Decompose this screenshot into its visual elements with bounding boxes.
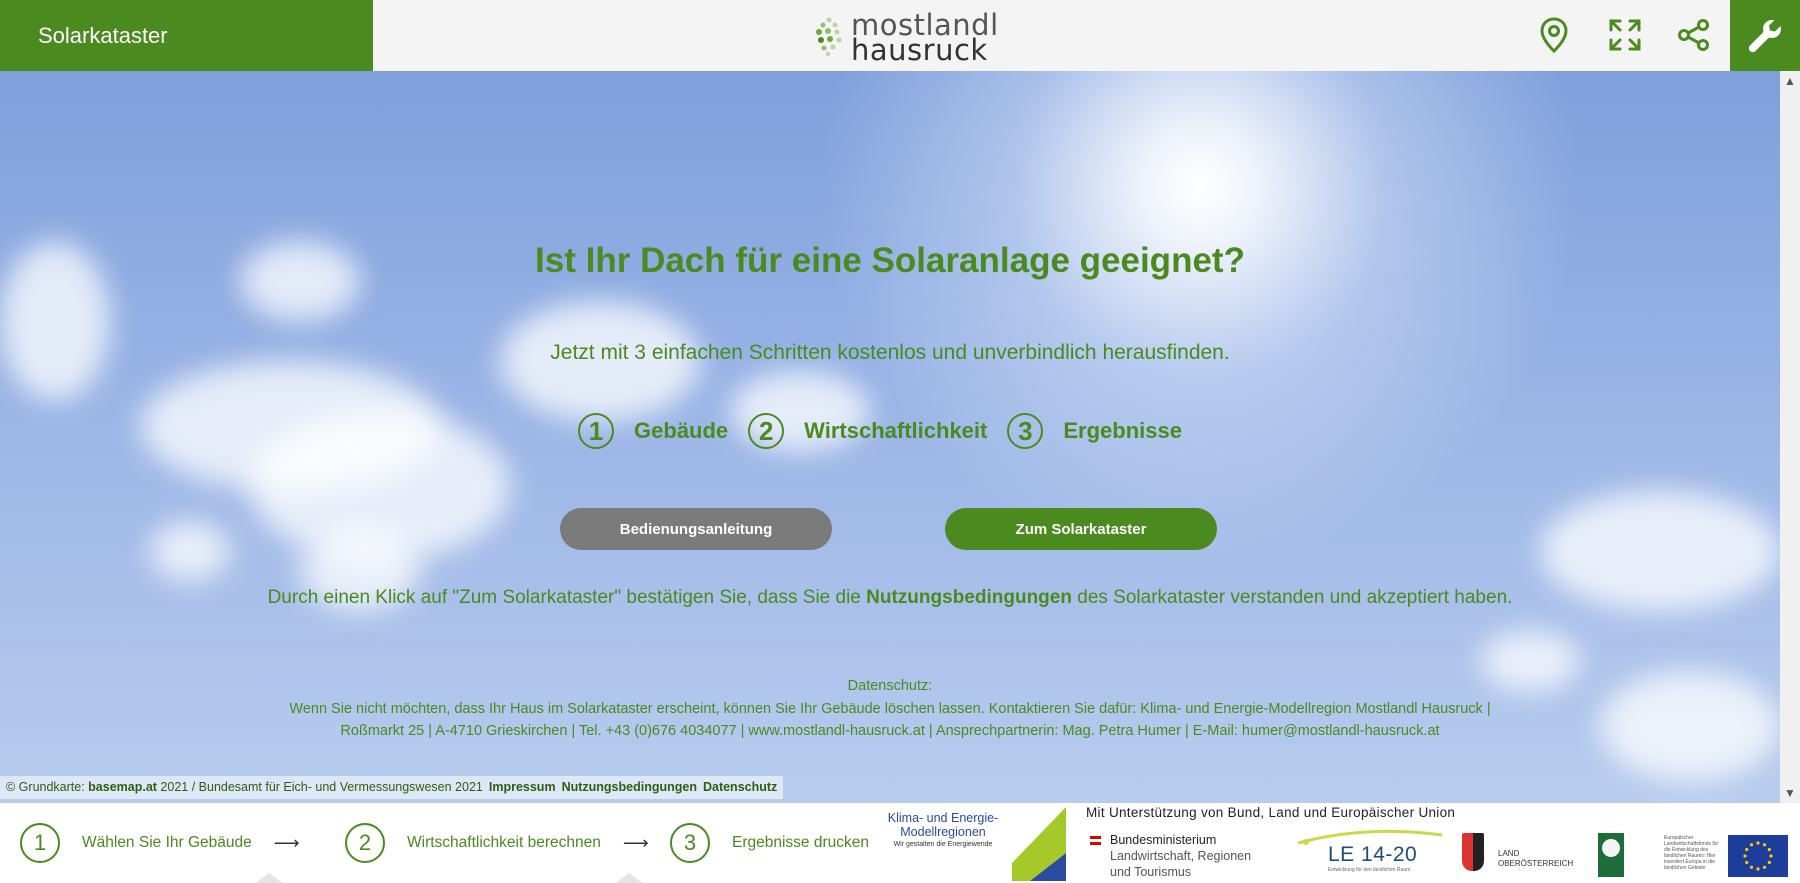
logo-text-line2: hausruck [851,33,988,67]
kem-line2: Modellregionen [900,825,986,839]
step-label-results: Ergebnisse [1063,418,1182,443]
terms-of-use-link[interactable]: Nutzungsbedingungen [562,780,697,794]
step-number-2: 2 [748,413,785,449]
copyright-prefix: © Grundkarte: [6,780,89,794]
eu-flag-icon [1728,835,1788,877]
share-button[interactable] [1675,16,1713,54]
step-label-building: Gebäude [634,418,729,443]
steps-overview: 1 Gebäude 2 Wirtschaftlichkeit 3 Ergebni… [0,413,1780,449]
kem-logo-text: Klima- und Energie- Modellregionen Wir g… [878,811,1008,848]
vertical-scrollbar[interactable]: ▲ ▼ [1780,71,1800,803]
footer-step-3[interactable]: 3 Ergebnisse drucken [670,823,869,863]
scroll-up-arrow-icon[interactable]: ▲ [1780,71,1800,91]
step-number-3: 3 [1007,413,1044,449]
le-14-20-logo: LE 14-20 Entwicklung für den ländlichen … [1296,829,1446,879]
footer-step-number-3: 3 [670,823,710,863]
consent-suffix: des Solarkataster verstanden und akzepti… [1071,587,1513,608]
step-building: 1 Gebäude [578,413,748,449]
hero-title: Ist Ihr Dach für eine Solaranlage geeign… [535,241,1245,280]
le-subtext: Entwicklung für den ländlichen Raum [1328,867,1411,873]
footer-step-label-2: Wirtschaftlichkeit berechnen [407,834,601,851]
start-solarkataster-button[interactable]: Zum Solarkataster [945,508,1217,550]
manual-button[interactable]: Bedienungsanleitung [560,508,832,550]
basemap-link[interactable]: basemap.at [88,780,157,794]
kem-line1: Klima- und Energie- [887,811,999,825]
fullscreen-button[interactable] [1606,16,1644,54]
pointer-triangle [615,873,643,883]
logo-dots-icon [816,17,842,56]
step-number-1: 1 [578,413,615,449]
ooe-text: LAND OBERÖSTERREICH [1498,849,1573,869]
pointer-triangle [255,873,283,883]
footer: 1 Wählen Sie Ihr Gebäude ⟶ 2 Wirtschaftl… [0,803,1800,883]
hero-subtitle: Jetzt mit 3 einfachen Schritten kostenlo… [550,341,1230,364]
footer-step-label-1: Wählen Sie Ihr Gebäude [82,834,252,851]
copyright-bar: © Grundkarte: basemap.at 2021 / Bundesam… [0,776,784,799]
share-icon [1678,19,1709,51]
footer-step-label-3: Ergebnisse drucken [732,834,869,851]
upper-austria-logo: LAND OBERÖSTERREICH [1462,833,1582,877]
arrow-right-icon: ⟶ [622,832,649,853]
footer-step-number-2: 2 [345,823,385,863]
privacy-heading: Datenschutz: [847,678,933,694]
coat-of-arms-icon [1462,833,1484,871]
privacy-line-1: Wenn Sie nicht möchten, dass Ihr Haus im… [289,700,1491,717]
footer-step-number-1: 1 [20,823,60,863]
location-button[interactable] [1535,16,1573,54]
ooe-line2: OBERÖSTERREICH [1498,859,1574,868]
step-economy: 2 Wirtschaftlichkeit [748,413,1007,449]
kem-logo-icon [1012,807,1066,881]
privacy-link[interactable]: Datenschutz [703,780,777,794]
eu-fund-text: Europäischer Landwirtschaftsfonds für di… [1664,835,1719,871]
le-text: LE 14-20 [1328,843,1418,866]
kem-tagline: Wir gestalten die Energiewende [893,841,993,848]
consent-text: Durch einen Klick auf "Zum Solarkataster… [0,587,1780,609]
ministry-line3: und Tourismus [1110,865,1192,879]
footer-step-2[interactable]: 2 Wirtschaftlichkeit berechnen ⟶ [345,823,649,863]
footer-step-1[interactable]: 1 Wählen Sie Ihr Gebäude ⟶ [20,823,300,863]
ministry-line2: Landwirtschaft, Regionen [1110,849,1252,863]
privacy-notice: Datenschutz: Wenn Sie nicht möchten, das… [0,675,1780,743]
scroll-down-arrow-icon[interactable]: ▼ [1780,783,1800,803]
ooe-line1: LAND [1498,849,1520,858]
austria-flag-icon [1090,836,1101,845]
ministry-line1: Bundesministerium [1110,833,1217,847]
support-text: Mit Unterstützung von Bund, Land und Eur… [1086,805,1456,820]
app-title: Solarkataster [38,22,168,48]
copyright-suffix: 2021 / Bundesamt für Eich- und Vermessun… [156,780,483,794]
privacy-line-2: Roßmarkt 25 | A-4710 Grieskirchen | Tel.… [340,723,1440,739]
mostlandl-hausruck-logo: mostlandl hausruck [815,8,998,67]
arrow-right-icon: ⟶ [273,832,300,853]
step-results: 3 Ergebnisse [1007,413,1202,449]
location-pin-icon [1540,17,1568,53]
wrench-icon [1748,19,1781,52]
terms-link[interactable]: Nutzungsbedingungen [866,587,1072,608]
step-label-economy: Wirtschaftlichkeit [804,418,988,443]
hero-sky-background: Ist Ihr Dach für eine Solaranlage geeign… [0,71,1780,803]
tools-button[interactable] [1730,0,1800,71]
app-title-bar: Solarkataster [0,0,373,71]
leader-logo-icon [1598,833,1624,877]
top-bar: Solarkataster mostlandl hausruck [0,0,1800,72]
impressum-link[interactable]: Impressum [489,780,556,794]
fullscreen-icon [1609,19,1641,51]
consent-prefix: Durch einen Klick auf "Zum Solarkataster… [267,587,867,608]
